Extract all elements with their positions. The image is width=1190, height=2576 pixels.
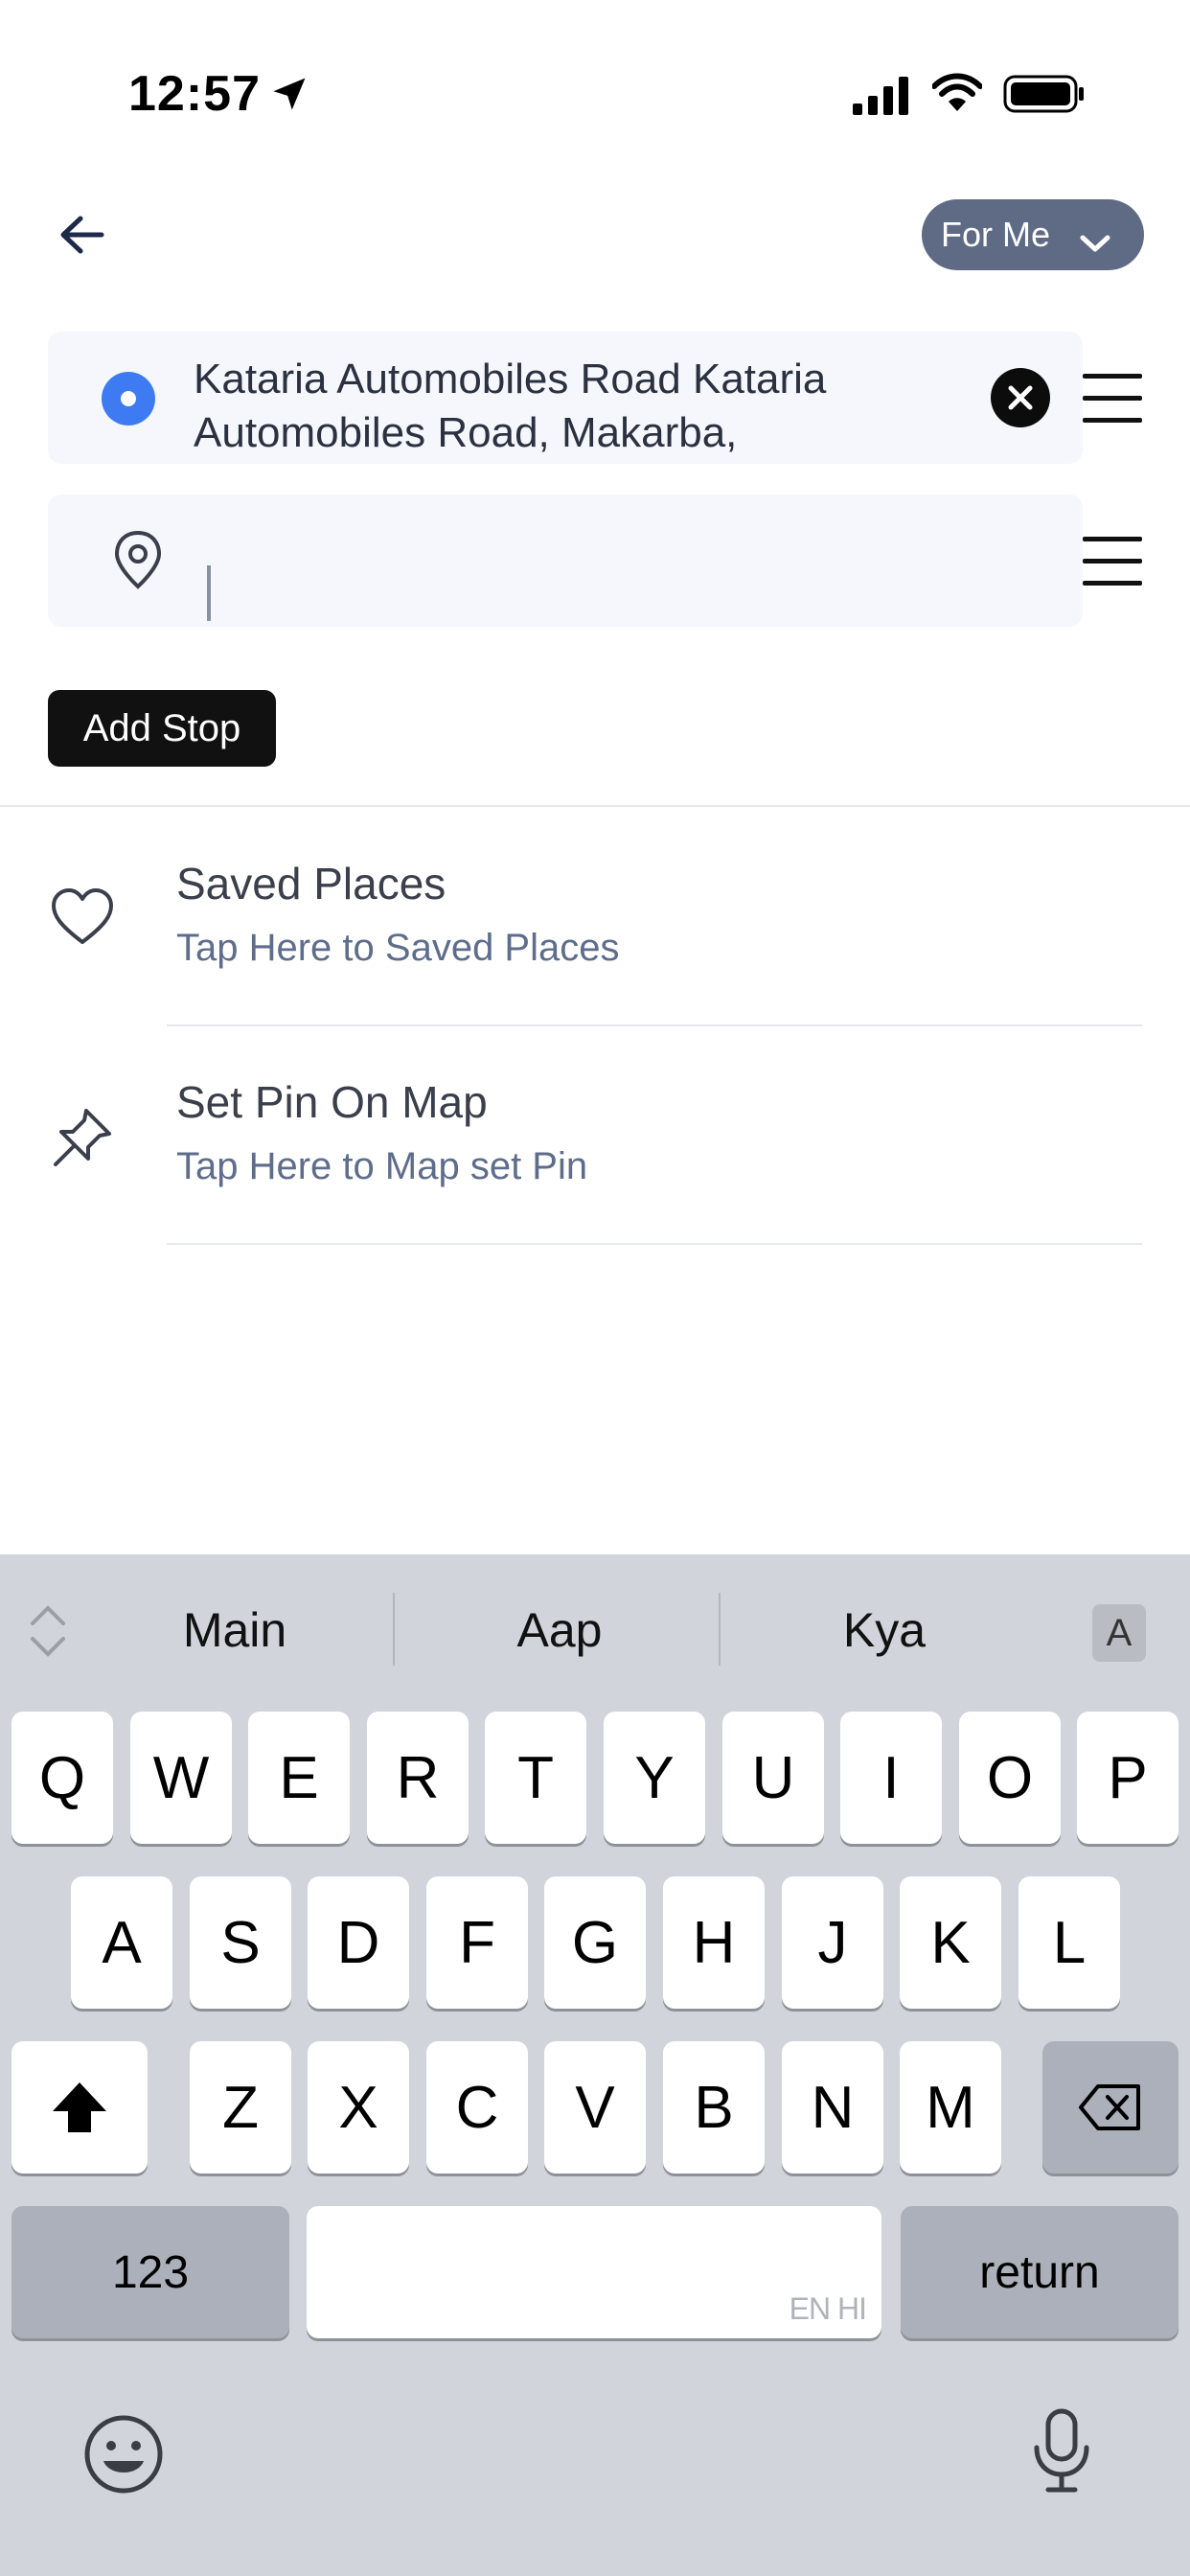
reorder-handle-drop[interactable] [1083,537,1142,586]
status-time: 12:57 [128,66,261,122]
key-k[interactable]: K [900,1876,1001,2009]
heart-icon [50,886,115,953]
pushpin-icon [50,1105,115,1175]
close-icon [1008,385,1033,410]
space-key[interactable]: EN HI [307,2206,881,2338]
key-i[interactable]: I [840,1712,942,1844]
language-badge[interactable]: A [1092,1604,1146,1662]
key-m[interactable]: M [900,2041,1001,2174]
key-a[interactable]: A [71,1876,172,2009]
wifi-icon [931,73,983,118]
numbers-key[interactable]: 123 [11,2206,289,2338]
key-p[interactable]: P [1077,1712,1179,1844]
set-pin-subtitle: Tap Here to Map set Pin [176,1145,588,1187]
battery-icon [1003,73,1086,120]
add-stop-button[interactable]: Add Stop [48,690,276,767]
key-y[interactable]: Y [604,1712,705,1844]
key-t[interactable]: T [485,1712,586,1844]
clear-pickup-button[interactable] [991,368,1050,427]
suggestion-separator [393,1593,395,1666]
key-o[interactable]: O [959,1712,1061,1844]
status-bar: 12:57 [0,0,1190,192]
suggestion-bar: Main Aap Kya A [0,1554,1190,1704]
backspace-key[interactable] [1042,2041,1179,2174]
key-z[interactable]: Z [190,2041,291,2174]
key-r[interactable]: R [367,1712,469,1844]
saved-places-title: Saved Places [176,859,446,908]
key-w[interactable]: W [130,1712,232,1844]
shift-key[interactable] [11,2041,148,2174]
key-u[interactable]: U [722,1712,824,1844]
list-divider [167,1024,1142,1026]
microphone-icon[interactable] [1031,2407,1092,2498]
key-s[interactable]: S [190,1876,291,2009]
pickup-address: Kataria Automobiles Road Kataria Automob… [194,356,827,456]
emoji-icon[interactable] [82,2413,165,2500]
key-h[interactable]: H [663,1876,765,2009]
pickup-dot-icon [102,372,155,426]
section-divider [0,805,1190,807]
saved-places-item[interactable]: Saved Places Tap Here to Saved Places [0,810,1190,1028]
back-button[interactable] [54,206,111,264]
key-j[interactable]: J [782,1876,883,2009]
backspace-icon [1079,2084,1140,2130]
return-key[interactable]: return [901,2206,1179,2338]
key-d[interactable]: D [308,1876,409,2009]
suggestion-separator [719,1593,721,1666]
key-v[interactable]: V [544,2041,646,2174]
key-l[interactable]: L [1018,1876,1120,2009]
key-c[interactable]: C [426,2041,528,2174]
space-language-label: EN HI [789,2291,867,2326]
key-e[interactable]: E [248,1712,350,1844]
suggestion-1[interactable]: Main [91,1602,378,1658]
chevron-down-icon [1079,223,1111,264]
shift-icon [53,2082,106,2132]
set-pin-title: Set Pin On Map [176,1077,488,1127]
cellular-signal-icon [853,77,912,120]
arrow-left-icon [60,216,104,254]
chevron-updown-icon[interactable] [27,1600,69,1667]
saved-places-subtitle: Tap Here to Saved Places [176,927,620,969]
suggestion-2[interactable]: Aap [416,1602,703,1658]
set-pin-on-map-item[interactable]: Set Pin On Map Tap Here to Map set Pin [0,1028,1190,1247]
keyboard: Main Aap Kya A Q W E R T Y U I O P A S D… [0,1554,1190,2576]
key-q[interactable]: Q [11,1712,113,1844]
suggestion-3[interactable]: Kya [741,1602,1028,1658]
drop-location-field[interactable] [48,494,1083,627]
text-caret [207,565,211,621]
for-me-button[interactable]: For Me [922,199,1144,270]
key-g[interactable]: G [544,1876,646,2009]
key-f[interactable]: F [426,1876,528,2009]
pickup-location-field[interactable]: Kataria Automobiles Road Kataria Automob… [48,332,1083,464]
location-arrow-icon [268,73,310,120]
location-pin-icon [107,529,169,597]
reorder-handle-pickup[interactable] [1083,374,1142,424]
list-divider [167,1243,1142,1245]
key-n[interactable]: N [782,2041,883,2174]
key-x[interactable]: X [308,2041,409,2174]
key-b[interactable]: B [663,2041,765,2174]
for-me-label: For Me [941,215,1051,254]
